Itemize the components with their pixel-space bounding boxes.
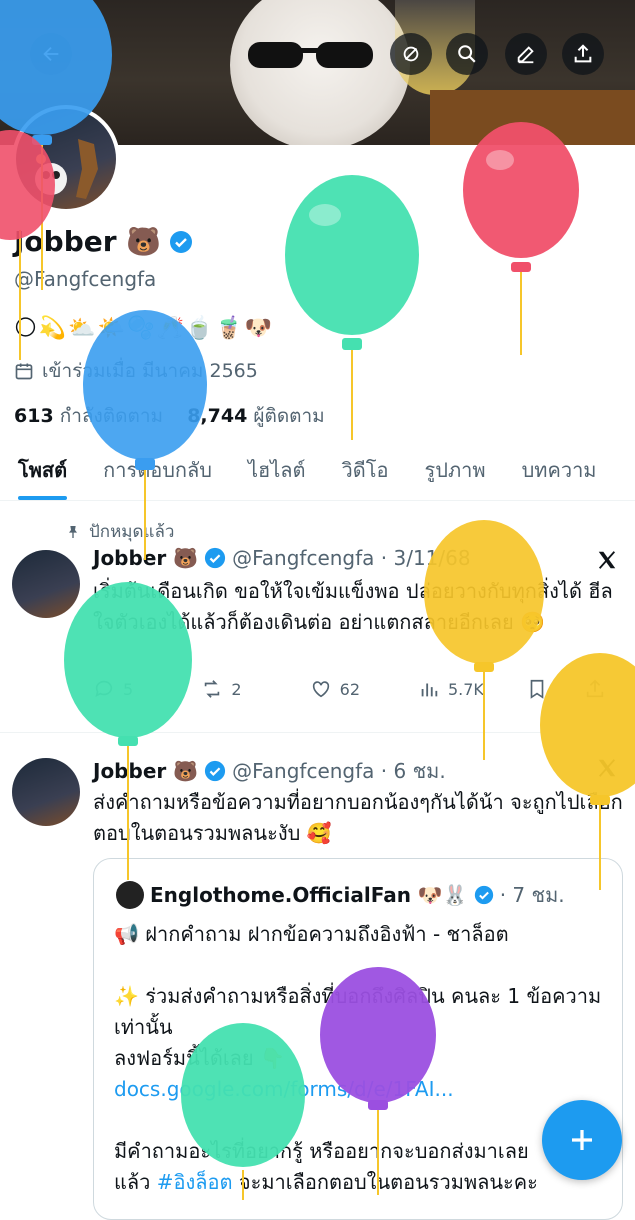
followers-link[interactable]: 8,744 ผู้ติดตาม — [187, 405, 325, 427]
quoted-tweet[interactable]: Englothome.OfficialFan 🐶🐰 · 7 ชม. 📢 ฝากค… — [93, 858, 623, 1220]
x-logo-icon[interactable] — [596, 757, 618, 779]
tweet-divider — [0, 732, 635, 733]
banner-table — [430, 90, 635, 145]
quote-line-4b: แล้ว — [114, 1170, 157, 1194]
quote-text: 📢 ฝากคำถาม ฝากข้อความถึงอิงฟ้า - ชาล็อต ✨… — [114, 919, 609, 1198]
quote-line-4a: มีคำถามอะไรที่อยากรู้ หรืออยากจะบอกส่งมา… — [114, 1139, 529, 1163]
reply-count: 5 — [123, 679, 134, 699]
quote-line-1: 📢 ฝากคำถาม ฝากข้อความถึงอิงฟ้า - ชาล็อต — [114, 922, 509, 946]
sunglasses-image — [248, 42, 373, 68]
verified-badge-icon[interactable] — [169, 230, 193, 254]
back-button[interactable] — [30, 33, 72, 75]
share-icon — [587, 679, 604, 698]
repost-button[interactable]: 2 — [201, 678, 309, 700]
quote-link[interactable]: docs.google.com/forms/d/e/1FAI... — [114, 1077, 454, 1101]
profile-tabs: โพสต์ การตอบกลับ ไฮไลต์ วิดีโอ รูปภาพ บท… — [0, 440, 635, 501]
tab-highlights[interactable]: ไฮไลต์ — [230, 440, 324, 500]
heart-icon — [312, 681, 329, 698]
quote-line-3: ลงฟอร์มนี้ได้เลย 👇 — [114, 1046, 285, 1070]
verified-badge-icon — [474, 885, 493, 905]
calendar-icon — [15, 363, 33, 380]
tweet-actions: 5 2 62 5.7K — [93, 678, 623, 700]
following-link[interactable]: 613 กำลังติดตาม — [14, 405, 163, 427]
tweet-header: Jobber 🐻 @Fangfcengfa · 3/11/68 — [93, 546, 471, 570]
following-count: 613 — [14, 405, 54, 427]
profile-name: Jobber 🐻 — [14, 225, 193, 258]
avatar-image — [35, 139, 98, 199]
quote-hashtag[interactable]: #อิงล็อต — [157, 1170, 233, 1194]
follow-counts: 613 กำลังติดตาม 8,744 ผู้ติดตาม — [14, 401, 325, 431]
tweet-author-name[interactable]: Jobber 🐻 — [93, 759, 198, 783]
bookmark-icon — [530, 679, 544, 699]
reply-button[interactable]: 5 — [93, 678, 201, 700]
verified-badge-icon — [205, 760, 226, 782]
plus-icon — [572, 1130, 592, 1150]
tweet-text: เริ่มต้นเดือนเกิด ขอให้ใจเข้มแข็งพอ ปล่อ… — [93, 579, 613, 634]
cancel-sync-button[interactable] — [390, 33, 432, 75]
like-count: 62 — [339, 679, 361, 699]
tab-photos[interactable]: รูปภาพ — [407, 440, 504, 500]
share-button[interactable] — [562, 33, 604, 75]
tweet-share-button[interactable] — [584, 678, 623, 700]
quote-avatar — [116, 881, 144, 909]
tweet-avatar[interactable] — [12, 758, 80, 826]
x-logo-icon[interactable] — [596, 549, 618, 571]
tweet-text: ส่งคำถามหรือข้อความที่อยากบอกน้องๆกันได้… — [93, 790, 623, 845]
profile-avatar[interactable] — [12, 105, 120, 213]
views-button[interactable]: 5.7K — [418, 678, 526, 700]
pin-icon — [69, 525, 77, 538]
share-icon — [574, 44, 592, 63]
followers-count: 8,744 — [187, 405, 248, 427]
quote-meta: · 7 ชม. — [499, 883, 565, 907]
views-icon — [421, 683, 438, 697]
joined-text: เข้าร่วมเมื่อ มีนาคม 2565 — [42, 360, 258, 382]
repost-icon — [205, 680, 220, 698]
repost-count: 2 — [231, 679, 242, 699]
tab-videos[interactable]: วิดีโอ — [324, 440, 407, 500]
quote-author-name: Englothome.OfficialFan 🐶🐰 — [150, 883, 468, 907]
quote-line-4c: จะมาเลือกตอบในตอนรวมพลนะคะ — [232, 1170, 538, 1194]
profile-name-text: Jobber 🐻 — [14, 225, 162, 258]
edit-icon — [517, 46, 534, 64]
profile-bio: 🌕💫⛅🌤️🫧🥂🍵🧋🐶 — [14, 316, 275, 341]
tweet-meta: @Fangfcengfa · 3/11/68 — [232, 546, 471, 570]
like-button[interactable]: 62 — [310, 678, 418, 700]
edit-button[interactable] — [505, 33, 547, 75]
verified-badge-icon — [205, 547, 226, 569]
compose-button[interactable] — [542, 1100, 622, 1180]
pinned-label: ปักหมุดแล้ว — [65, 518, 174, 545]
following-label: กำลังติดตาม — [59, 405, 164, 427]
tab-replies[interactable]: การตอบกลับ — [85, 440, 230, 500]
search-button[interactable] — [446, 33, 488, 75]
quote-line-2: ✨ ร่วมส่งคำถามหรือสิ่งที่บอกถึงศิลปิน คน… — [114, 984, 602, 1039]
views-count: 5.7K — [447, 679, 484, 699]
tweet-avatar[interactable] — [12, 550, 80, 618]
tweet-header: Jobber 🐻 @Fangfcengfa · 6 ชม. — [93, 755, 446, 787]
balloon — [463, 122, 579, 355]
profile-joined: เข้าร่วมเมื่อ มีนาคม 2565 — [14, 356, 258, 386]
profile-handle: @Fangfcengfa — [14, 267, 157, 291]
reply-icon — [95, 680, 113, 697]
back-icon — [43, 46, 59, 62]
cancel-sync-icon — [403, 46, 419, 62]
tweet-author-name[interactable]: Jobber 🐻 — [93, 546, 198, 570]
quote-header: Englothome.OfficialFan 🐶🐰 · 7 ชม. — [116, 879, 565, 911]
tab-posts[interactable]: โพสต์ — [0, 440, 85, 500]
tab-articles[interactable]: บทความ — [504, 440, 615, 500]
banner-cat-image — [230, 0, 410, 145]
bookmark-button[interactable] — [526, 678, 584, 700]
tweet-meta: @Fangfcengfa · 6 ชม. — [232, 759, 446, 783]
followers-label: ผู้ติดตาม — [253, 405, 325, 427]
pinned-text: ปักหมุดแล้ว — [89, 522, 175, 542]
search-icon — [458, 45, 476, 63]
